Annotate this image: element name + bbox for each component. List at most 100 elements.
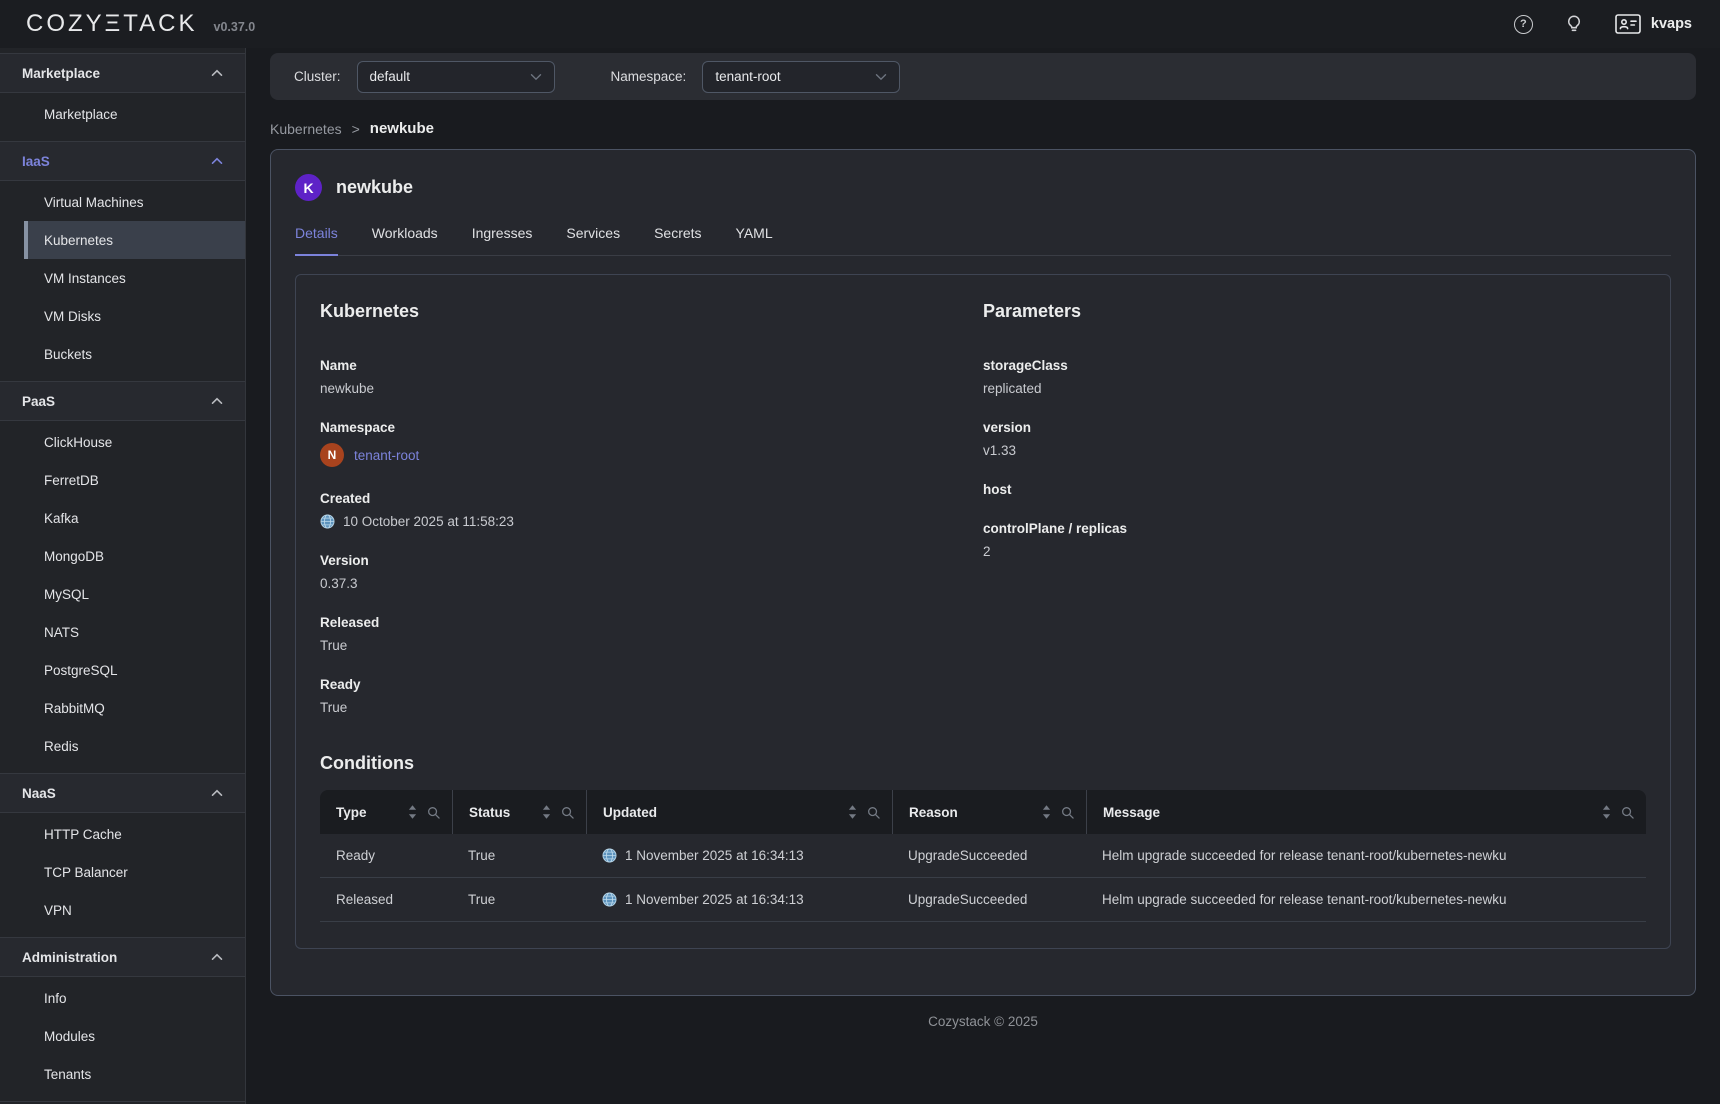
sidebar-group-header-naas[interactable]: NaaS xyxy=(0,773,245,813)
search-icon[interactable] xyxy=(867,806,880,819)
user-menu[interactable]: kvaps xyxy=(1615,14,1692,34)
context-toolbar: Cluster: default Namespace: tenant-root xyxy=(270,53,1696,100)
tab-ingresses[interactable]: Ingresses xyxy=(472,225,533,256)
footer-copyright: Cozystack © 2025 xyxy=(270,1014,1696,1029)
column-header-updated[interactable]: Updated xyxy=(586,790,892,834)
sidebar-group-paas: PaaS ClickHouse FerretDB Kafka MongoDB M… xyxy=(0,381,245,773)
details-left-column: Kubernetes Name newkube Namespace N tena… xyxy=(320,301,983,739)
sidebar-item-rabbitmq[interactable]: RabbitMQ xyxy=(24,689,245,727)
section-title-parameters: Parameters xyxy=(983,301,1646,322)
table-row[interactable]: Released True 1 November 2025 at 16:34:1… xyxy=(320,878,1646,922)
sidebar-item-vpn[interactable]: VPN xyxy=(24,891,245,929)
app-version: v0.37.0 xyxy=(214,20,256,34)
lightbulb-icon[interactable] xyxy=(1565,15,1583,33)
sidebar-item-nats[interactable]: NATS xyxy=(24,613,245,651)
logo-wrap: COZYΞTACK v0.37.0 xyxy=(26,10,255,38)
cluster-select[interactable]: default xyxy=(357,61,555,93)
sidebar-item-marketplace[interactable]: Marketplace xyxy=(24,95,245,133)
sidebar-item-modules[interactable]: Modules xyxy=(24,1017,245,1055)
tab-services[interactable]: Services xyxy=(566,225,620,256)
sort-icon[interactable] xyxy=(848,805,857,819)
cluster-select-value: default xyxy=(370,69,411,84)
namespace-link[interactable]: tenant-root xyxy=(354,448,419,463)
section-title-kubernetes: Kubernetes xyxy=(320,301,983,322)
chevron-up-icon xyxy=(211,397,223,405)
chevron-up-icon xyxy=(211,953,223,961)
field-created: Created 10 Octo xyxy=(320,491,983,529)
sidebar-item-tcp-balancer[interactable]: TCP Balancer xyxy=(24,853,245,891)
chevron-down-icon xyxy=(875,73,887,81)
help-icon[interactable]: ? xyxy=(1514,15,1533,34)
sidebar-group-header-paas[interactable]: PaaS xyxy=(0,381,245,421)
sidebar-item-kubernetes[interactable]: Kubernetes xyxy=(24,221,245,259)
main-content: Cluster: default Namespace: tenant-root … xyxy=(246,48,1720,1104)
globe-icon xyxy=(602,892,617,907)
sidebar-item-postgresql[interactable]: PostgreSQL xyxy=(24,651,245,689)
tab-secrets[interactable]: Secrets xyxy=(654,225,701,256)
sidebar-item-ferretdb[interactable]: FerretDB xyxy=(24,461,245,499)
field-host: host xyxy=(983,482,1646,497)
card-title-row: K newkube xyxy=(295,174,1671,201)
sidebar-group-naas: NaaS HTTP Cache TCP Balancer VPN xyxy=(0,773,245,937)
globe-icon xyxy=(602,848,617,863)
details-right-column: Parameters storageClass replicated versi… xyxy=(983,301,1646,739)
sidebar-item-info[interactable]: Info xyxy=(24,979,245,1017)
tab-details[interactable]: Details xyxy=(295,225,338,256)
field-name: Name newkube xyxy=(320,358,983,396)
sidebar-item-kafka[interactable]: Kafka xyxy=(24,499,245,537)
sidebar-item-virtual-machines[interactable]: Virtual Machines xyxy=(24,183,245,221)
sidebar-item-vm-instances[interactable]: VM Instances xyxy=(24,259,245,297)
sidebar-item-tenants[interactable]: Tenants xyxy=(24,1055,245,1093)
breadcrumb-kubernetes[interactable]: Kubernetes xyxy=(270,121,342,137)
sort-icon[interactable] xyxy=(408,805,417,819)
search-icon[interactable] xyxy=(561,806,574,819)
sort-icon[interactable] xyxy=(1042,805,1051,819)
app-header: COZYΞTACK v0.37.0 ? kvaps xyxy=(0,0,1720,48)
sort-icon[interactable] xyxy=(542,805,551,819)
sidebar-item-buckets[interactable]: Buckets xyxy=(24,335,245,373)
column-header-status[interactable]: Status xyxy=(452,790,586,834)
details-panel: Kubernetes Name newkube Namespace N tena… xyxy=(295,274,1671,949)
sidebar-group-header-iaas[interactable]: IaaS xyxy=(0,141,245,181)
table-row[interactable]: Ready True 1 November 2025 at 16:34:13 U… xyxy=(320,834,1646,878)
app-logo[interactable]: COZYΞTACK xyxy=(26,10,198,38)
chevron-down-icon xyxy=(530,73,542,81)
created-value: 10 October 2025 at 11:58:23 xyxy=(343,514,514,529)
tab-bar: Details Workloads Ingresses Services Sec… xyxy=(295,225,1671,256)
sidebar-item-http-cache[interactable]: HTTP Cache xyxy=(24,815,245,853)
tab-workloads[interactable]: Workloads xyxy=(372,225,438,256)
tab-yaml[interactable]: YAML xyxy=(736,225,773,256)
namespace-avatar: N xyxy=(320,443,344,467)
conditions-table-header: Type Status xyxy=(320,790,1646,834)
header-actions: ? kvaps xyxy=(1514,14,1692,34)
search-icon[interactable] xyxy=(1621,806,1634,819)
sidebar-item-redis[interactable]: Redis xyxy=(24,727,245,765)
namespace-select-value: tenant-root xyxy=(715,69,780,84)
field-version: Version 0.37.3 xyxy=(320,553,983,591)
sidebar-item-clickhouse[interactable]: ClickHouse xyxy=(24,423,245,461)
kubernetes-avatar: K xyxy=(295,174,322,201)
resource-card: K newkube Details Workloads Ingresses Se… xyxy=(270,149,1696,996)
field-controlplane-replicas: controlPlane / replicas 2 xyxy=(983,521,1646,559)
username: kvaps xyxy=(1651,16,1692,32)
sort-icon[interactable] xyxy=(1602,805,1611,819)
breadcrumb-current: newkube xyxy=(370,120,434,137)
breadcrumb-separator: > xyxy=(352,121,360,137)
namespace-select[interactable]: tenant-root xyxy=(702,61,900,93)
sidebar-item-mongodb[interactable]: MongoDB xyxy=(24,537,245,575)
sidebar-item-mysql[interactable]: MySQL xyxy=(24,575,245,613)
sidebar-item-vm-disks[interactable]: VM Disks xyxy=(24,297,245,335)
sidebar-group-header-administration[interactable]: Administration xyxy=(0,937,245,977)
chevron-up-icon xyxy=(211,69,223,77)
column-header-type[interactable]: Type xyxy=(320,790,452,834)
globe-icon xyxy=(320,514,335,529)
sidebar-group-iaas: IaaS Virtual Machines Kubernetes VM Inst… xyxy=(0,141,245,381)
search-icon[interactable] xyxy=(1061,806,1074,819)
search-icon[interactable] xyxy=(427,806,440,819)
column-header-message[interactable]: Message xyxy=(1086,790,1646,834)
conditions-table: Type Status xyxy=(320,790,1646,922)
field-released: Released True xyxy=(320,615,983,653)
column-header-reason[interactable]: Reason xyxy=(892,790,1086,834)
sidebar-group-header-marketplace[interactable]: Marketplace xyxy=(0,53,245,93)
field-ready: Ready True xyxy=(320,677,983,715)
